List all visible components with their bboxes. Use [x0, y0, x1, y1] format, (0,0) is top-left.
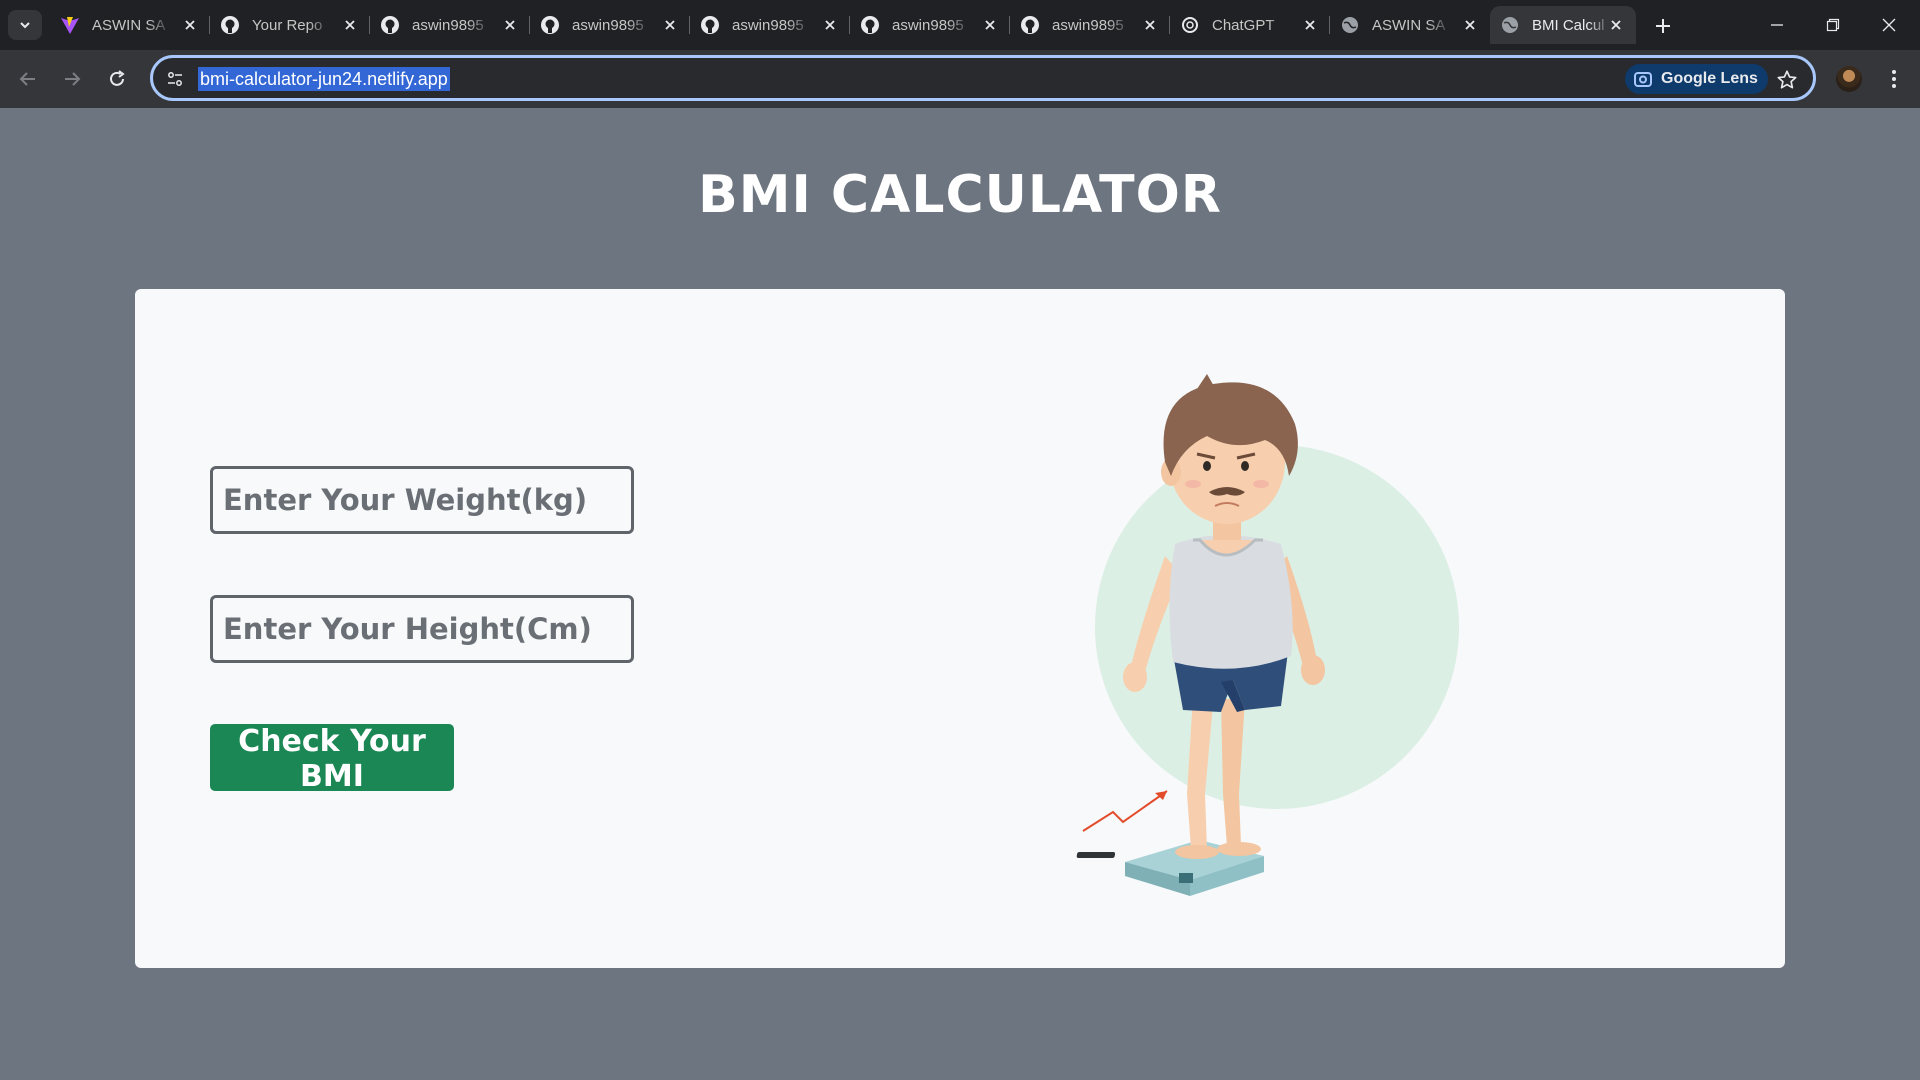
- new-tab-button[interactable]: [1650, 13, 1676, 39]
- tab-strip: ASWIN SA Your Repo aswin9895 aswin9895 a…: [0, 0, 1920, 50]
- height-input[interactable]: [210, 595, 634, 663]
- vite-icon: [60, 15, 80, 35]
- minimize-button[interactable]: [1757, 10, 1797, 40]
- close-icon[interactable]: [340, 15, 360, 35]
- site-info-icon[interactable]: [163, 67, 187, 91]
- tab-your-repo[interactable]: Your Repo: [210, 6, 370, 44]
- person-on-scale-illustration: [1076, 374, 1459, 896]
- globe-icon: [1340, 15, 1360, 35]
- close-icon[interactable]: [660, 15, 680, 35]
- close-icon[interactable]: [500, 15, 520, 35]
- tab-title: Your Repo: [252, 16, 323, 34]
- tab-title: ChatGPT: [1212, 16, 1275, 34]
- close-icon[interactable]: [820, 15, 840, 35]
- github-icon: [380, 15, 400, 35]
- tab-title: aswin9895: [412, 16, 484, 34]
- bmi-card: Check Your BMI: [135, 289, 1785, 968]
- tab-chatgpt[interactable]: ChatGPT: [1170, 6, 1330, 44]
- reload-button[interactable]: [102, 64, 132, 94]
- globe-icon: [1500, 15, 1520, 35]
- tab-aswin-sa-vite[interactable]: ASWIN SA: [50, 6, 210, 44]
- chatgpt-icon: [1180, 15, 1200, 35]
- tab-title: ASWIN SA: [1372, 16, 1446, 34]
- close-icon[interactable]: [180, 15, 200, 35]
- tab-aswin9895-3[interactable]: aswin9895: [690, 6, 850, 44]
- reload-icon: [110, 70, 125, 86]
- profile-avatar[interactable]: [1836, 66, 1862, 92]
- arrow-right-icon: [65, 72, 81, 86]
- url-text[interactable]: bmi-calculator-jun24.netlify.app: [198, 67, 450, 91]
- address-bar[interactable]: bmi-calculator-jun24.netlify.app Google …: [150, 55, 1816, 101]
- arrow-left-icon: [19, 72, 35, 86]
- github-icon: [1020, 15, 1040, 35]
- more-vertical-icon: [1892, 70, 1896, 88]
- browser-menu-button[interactable]: [1880, 64, 1908, 94]
- check-bmi-button[interactable]: Check Your BMI: [210, 724, 454, 794]
- chevron-down-icon: [20, 22, 30, 29]
- forward-button[interactable]: [57, 64, 87, 94]
- restore-button[interactable]: [1813, 10, 1853, 40]
- minimize-icon: [1771, 24, 1783, 26]
- camera-lens-icon: [1633, 69, 1653, 89]
- tab-aswin9895-4[interactable]: aswin9895: [850, 6, 1010, 44]
- browser-toolbar: bmi-calculator-jun24.netlify.app Google …: [0, 50, 1920, 108]
- tab-title: ASWIN SA: [92, 16, 166, 34]
- tab-aswin9895-2[interactable]: aswin9895: [530, 6, 690, 44]
- weight-input[interactable]: [210, 466, 634, 534]
- google-lens-label: Google Lens: [1661, 70, 1758, 87]
- tab-bmi-calculator[interactable]: BMI Calcul: [1490, 6, 1636, 44]
- close-icon: [1882, 18, 1896, 32]
- google-lens-button[interactable]: Google Lens: [1625, 64, 1768, 94]
- bookmark-star-icon[interactable]: [1773, 66, 1801, 94]
- close-icon[interactable]: [1300, 15, 1320, 35]
- tab-title: aswin9895: [1052, 16, 1124, 34]
- plus-icon: [1656, 19, 1670, 33]
- github-icon: [540, 15, 560, 35]
- github-icon: [700, 15, 720, 35]
- close-icon[interactable]: [1140, 15, 1160, 35]
- page-title: BMI CALCULATOR: [698, 165, 1222, 225]
- tab-aswin9895-5[interactable]: aswin9895: [1010, 6, 1170, 44]
- restore-icon: [1826, 18, 1840, 32]
- tab-search-button[interactable]: [8, 10, 42, 40]
- back-button[interactable]: [13, 64, 43, 94]
- close-icon[interactable]: [1460, 15, 1480, 35]
- tab-aswin9895-1[interactable]: aswin9895: [370, 6, 530, 44]
- close-window-button[interactable]: [1869, 10, 1909, 40]
- github-icon: [860, 15, 880, 35]
- close-icon[interactable]: [980, 15, 1000, 35]
- tab-title: BMI Calcul: [1532, 16, 1605, 34]
- tab-aswin-sa-globe[interactable]: ASWIN SA: [1330, 6, 1490, 44]
- close-icon[interactable]: [1606, 15, 1626, 35]
- tab-title: aswin9895: [732, 16, 804, 34]
- github-icon: [220, 15, 240, 35]
- tab-title: aswin9895: [572, 16, 644, 34]
- tab-title: aswin9895: [892, 16, 964, 34]
